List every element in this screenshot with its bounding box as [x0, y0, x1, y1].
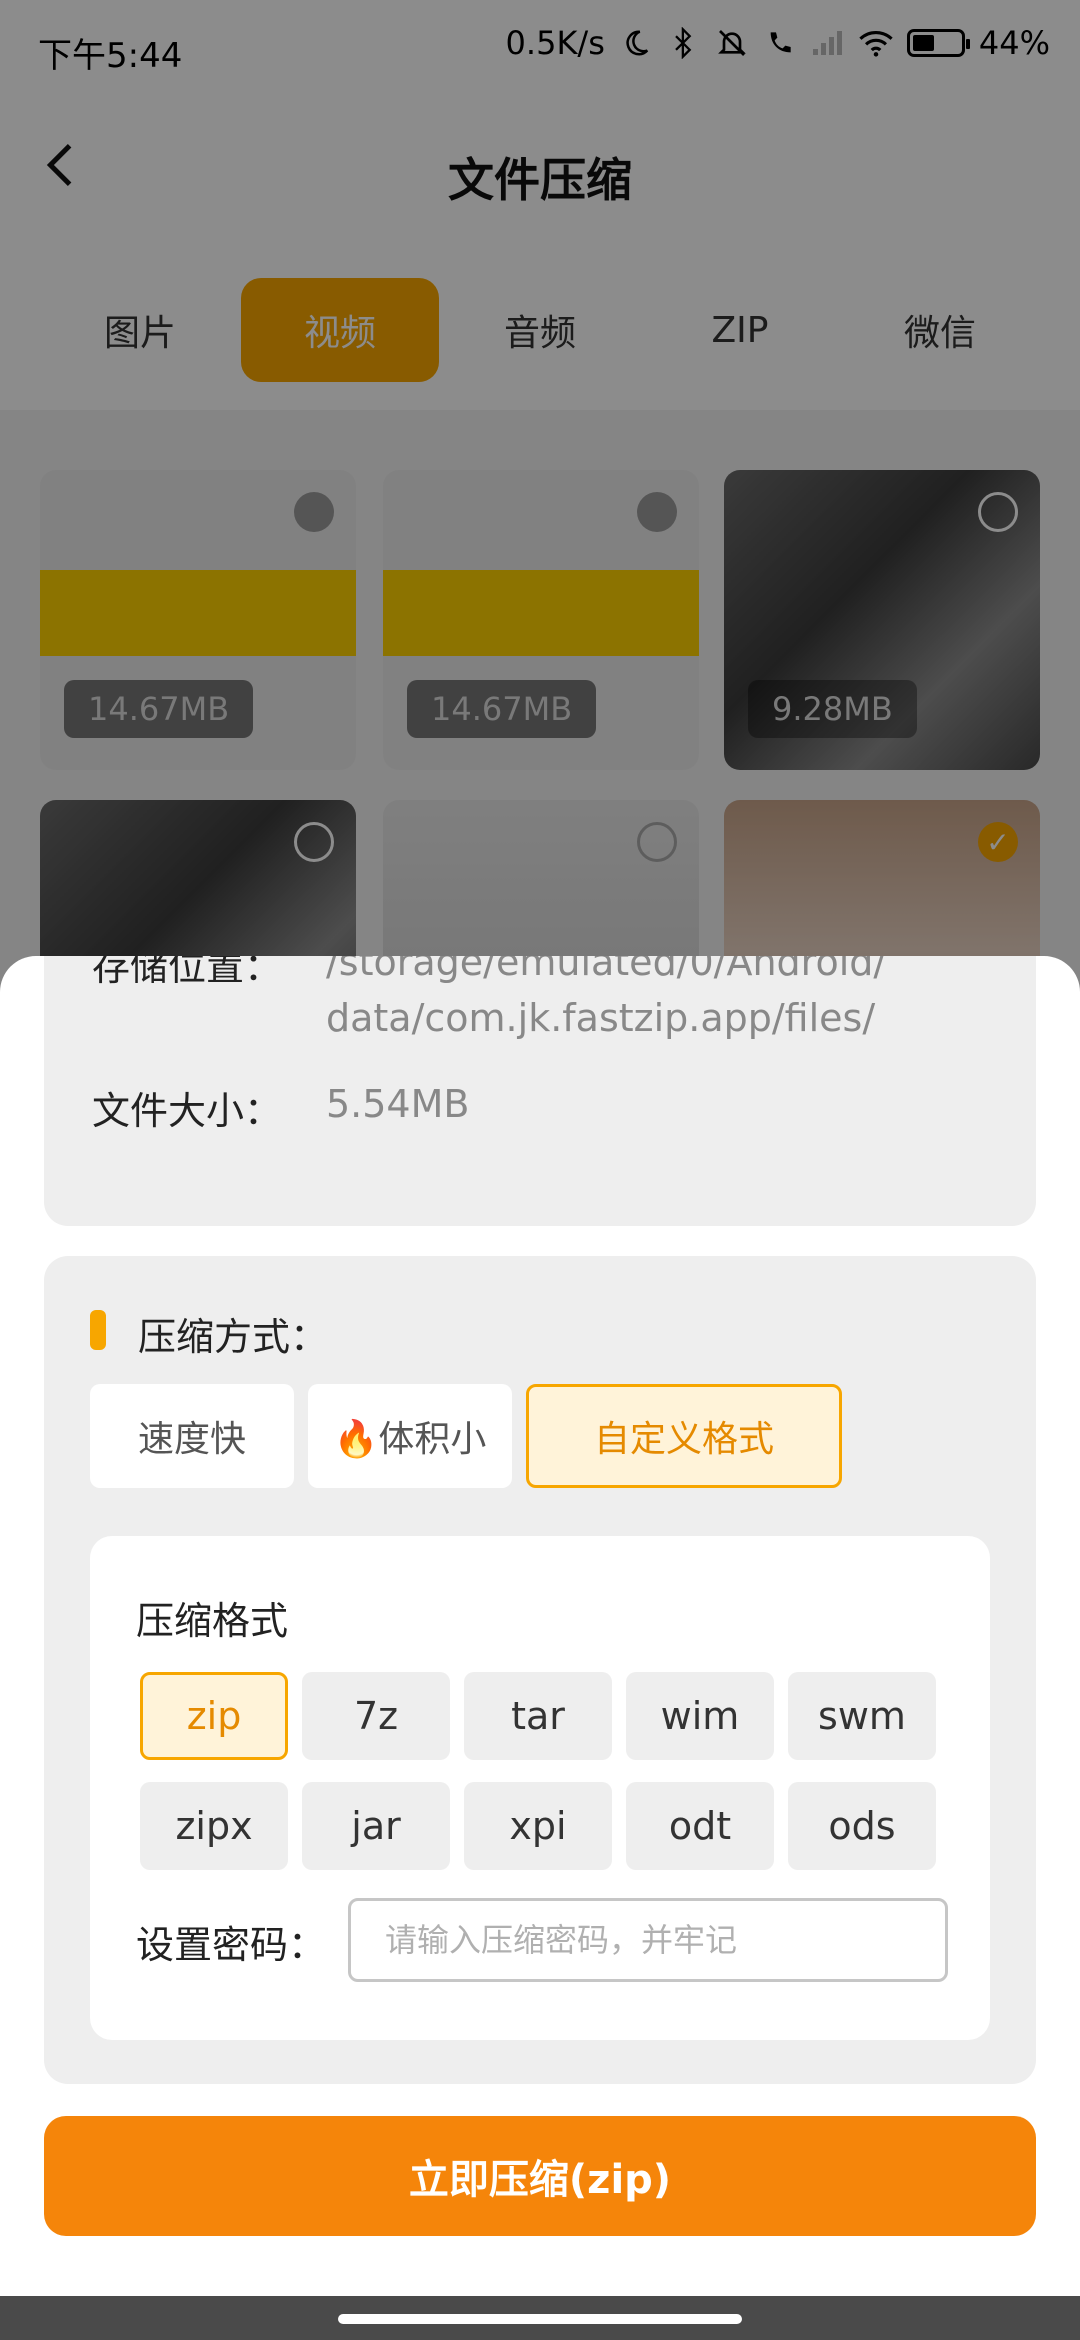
format-chip-xpi[interactable]: xpi: [464, 1782, 612, 1870]
compress-sheet: 存储位置： /storage/emulated/0/Android/ data/…: [0, 956, 1080, 2340]
format-chip-tar[interactable]: tar: [464, 1672, 612, 1760]
compress-options-card: 压缩方式： 速度快 🔥体积小 自定义格式 压缩格式 zip 7z tar wim…: [44, 1256, 1036, 2084]
format-chip-swm[interactable]: swm: [788, 1672, 936, 1760]
format-card: 压缩格式 zip 7z tar wim swm zipx jar xpi odt…: [90, 1536, 990, 2040]
size-label: 文件大小：: [92, 1089, 283, 1133]
mode-title: 压缩方式：: [138, 1315, 329, 1359]
gesture-bar: [0, 2296, 1080, 2340]
section-marker: [90, 1310, 106, 1350]
format-chip-zip[interactable]: zip: [140, 1672, 288, 1760]
password-label: 设置密码：: [136, 1923, 327, 1967]
location-label: 存储位置：: [92, 956, 283, 989]
format-chip-ods[interactable]: ods: [788, 1782, 936, 1870]
format-chip-7z[interactable]: 7z: [302, 1672, 450, 1760]
mode-custom-button[interactable]: 自定义格式: [526, 1384, 842, 1488]
format-title: 压缩格式: [136, 1599, 289, 1643]
compress-now-button[interactable]: 立即压缩(zip): [44, 2116, 1036, 2236]
format-chip-zipx[interactable]: zipx: [140, 1782, 288, 1870]
file-info-card: 存储位置： /storage/emulated/0/Android/ data/…: [44, 956, 1036, 1226]
format-chip-wim[interactable]: wim: [626, 1672, 774, 1760]
password-input[interactable]: [348, 1898, 948, 1982]
size-value: 5.54MB: [326, 1082, 470, 1126]
format-chip-jar[interactable]: jar: [302, 1782, 450, 1870]
location-value-line2: data/com.jk.fastzip.app/files/: [326, 996, 876, 1040]
mode-small-button[interactable]: 🔥体积小: [308, 1384, 512, 1488]
mode-fast-button[interactable]: 速度快: [90, 1384, 294, 1488]
format-chip-odt[interactable]: odt: [626, 1782, 774, 1870]
home-indicator[interactable]: [338, 2314, 742, 2324]
location-value-line1: /storage/emulated/0/Android/: [326, 956, 887, 984]
